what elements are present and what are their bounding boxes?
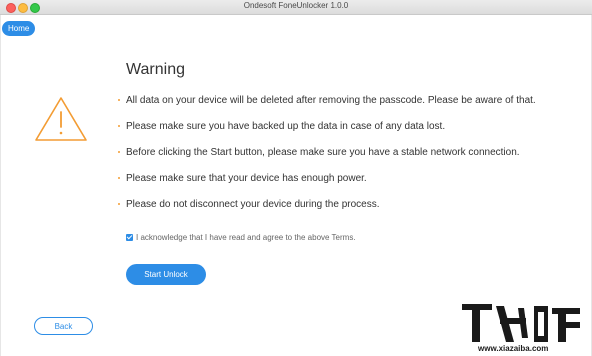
warning-list: All data on your device will be deleted … bbox=[118, 94, 578, 224]
start-unlock-button[interactable]: Start Unlock bbox=[126, 264, 206, 285]
watermark-url: www.xiazaiba.com bbox=[478, 344, 549, 353]
warning-item: All data on your device will be deleted … bbox=[118, 94, 578, 120]
warning-item-text: All data on your device will be deleted … bbox=[126, 95, 536, 106]
left-border bbox=[0, 15, 1, 356]
warning-item-text: Please make sure you have backed up the … bbox=[126, 121, 446, 132]
checkbox-checked-icon[interactable] bbox=[126, 234, 133, 241]
bullet-dot bbox=[118, 203, 120, 205]
window-title: Ondesoft FoneUnlocker 1.0.0 bbox=[243, 1, 349, 10]
title-bar: Ondesoft FoneUnlocker 1.0.0 bbox=[0, 0, 592, 15]
warning-title: Warning bbox=[126, 61, 185, 78]
bullet-dot bbox=[118, 125, 120, 127]
warning-item-text: Before clicking the Start button, please… bbox=[126, 147, 520, 158]
bullet-dot bbox=[118, 177, 120, 179]
warning-item: Please make sure that your device has en… bbox=[118, 172, 578, 198]
bullet-dot bbox=[118, 151, 120, 153]
warning-item-text: Please do not disconnect your device dur… bbox=[126, 199, 380, 210]
home-button[interactable]: Home bbox=[2, 21, 36, 36]
watermark-logo bbox=[456, 298, 586, 348]
warning-item: Please do not disconnect your device dur… bbox=[118, 198, 578, 224]
warning-triangle-icon bbox=[35, 97, 87, 141]
acknowledge-label[interactable]: I acknowledge that I have read and agree… bbox=[136, 233, 356, 242]
back-button[interactable]: Back bbox=[34, 317, 93, 335]
warning-item: Please make sure you have backed up the … bbox=[118, 120, 578, 146]
warning-item-text: Please make sure that your device has en… bbox=[126, 173, 367, 184]
warning-item: Before clicking the Start button, please… bbox=[118, 146, 578, 172]
bullet-dot bbox=[118, 99, 120, 101]
acknowledge-row: I acknowledge that I have read and agree… bbox=[126, 233, 356, 242]
